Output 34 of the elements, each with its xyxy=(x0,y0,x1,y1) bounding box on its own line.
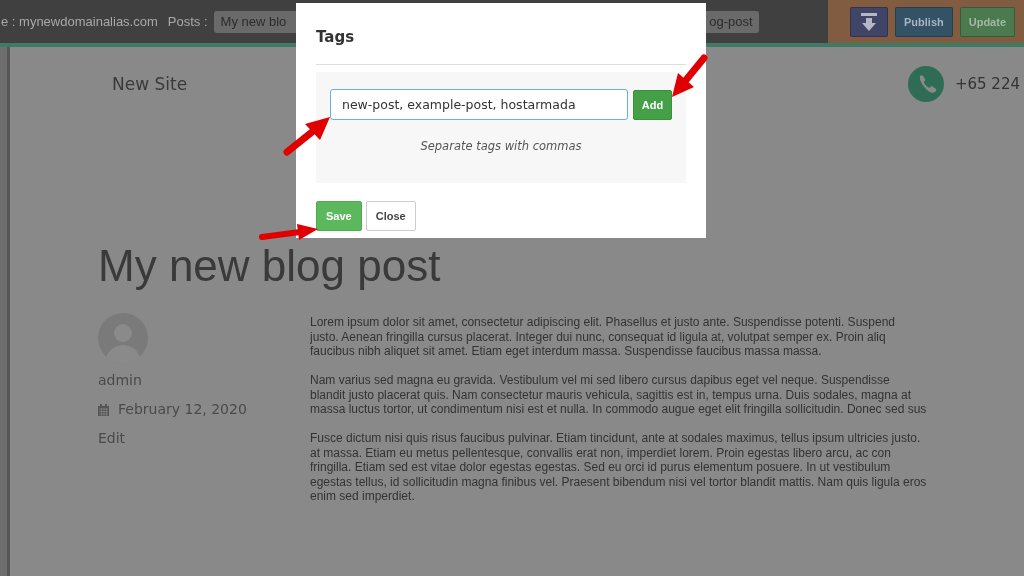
paragraph-line: egestas tellus, id sollicitudin magna finibus vel. Praesent bibendum nisi vel tortor blandit mattis. Nam quis ligula eros xyxy=(310,474,927,489)
add-button[interactable]: Add xyxy=(633,89,672,120)
paragraph-line: at massa. Etiam eu metus pellentesque, convallis erat non, imperdiet lorem. Proin egestas libero arcu, ac con xyxy=(310,445,891,460)
paragraph-line: blandit justo placerat quis. Nam consectetur mauris vehicula, sagittis est in, tempus urna. Duis sodales, magna at xyxy=(310,387,911,402)
download-button[interactable] xyxy=(850,6,888,37)
post-title: My new blog post xyxy=(98,243,441,289)
publish-button[interactable]: Publish xyxy=(895,6,953,37)
paragraph-line: fringilla. Etiam sed est vitae dolor egestas egestas. Sed eu orci id purus elementum posuere. In ut vestibulum xyxy=(310,460,891,474)
paragraph-line: faucibus nibh aliquet sit amet. Etiam eget interdum massa. Suspendisse faucibus massa massa. xyxy=(310,344,822,358)
pointer-arrow xyxy=(283,117,330,156)
phone-number: +65 224 xyxy=(954,75,1020,93)
pointer-arrow xyxy=(259,224,318,240)
close-button[interactable]: Close xyxy=(365,201,416,231)
site-title[interactable]: New Site xyxy=(112,74,188,94)
post-date: February 12, 2020 xyxy=(118,400,247,419)
paragraph-line: Nam varius sed magna eu gravida. Vestibulum vel mi sed libero cursus dapibus eget vel neque. Suspendisse xyxy=(310,373,890,387)
author-name[interactable]: admin xyxy=(98,369,142,392)
paragraph-line: justo. Aenean fringilla cursus placerat. Integer dui nunc, consequat id ligula at, volutpat semper ex. Proin aliq xyxy=(310,329,886,344)
paragraph-line: enim sed imperdiet. xyxy=(310,489,415,503)
dialog-title: Tags xyxy=(316,28,356,46)
hint-text: Separate tags with commas xyxy=(419,139,583,153)
site-label: e : mynewdomainalias.com xyxy=(1,14,158,29)
edit-link[interactable]: Edit xyxy=(98,427,126,450)
paragraph-line: massa luctus tortor, ut condimentum nisi est et nulla. In commodo augue eget elit fringilla sollicitudin. Donec sed sus xyxy=(310,402,927,416)
pointer-arrow xyxy=(672,54,708,97)
tags-field[interactable]: new-post, example-post, hostarmada xyxy=(330,89,628,120)
save-button[interactable]: Save xyxy=(316,201,362,231)
update-button[interactable]: Update xyxy=(959,6,1015,37)
phone-icon xyxy=(907,66,944,102)
calendar-icon xyxy=(98,403,109,416)
posts-label: Posts : xyxy=(167,14,208,29)
paragraph-line: Fusce dictum nisi quis risus faucibus pulvinar. Etiam tincidunt, ante at sodales maximus, tellus ipsum ultricies justo. xyxy=(310,431,921,445)
paragraph-line: Lorem ipsum dolor sit amet, consectetur adipiscing elit. Phasellus et justo ante. Suspendisse potenti. Suspend xyxy=(310,315,895,329)
download-icon xyxy=(861,12,877,31)
